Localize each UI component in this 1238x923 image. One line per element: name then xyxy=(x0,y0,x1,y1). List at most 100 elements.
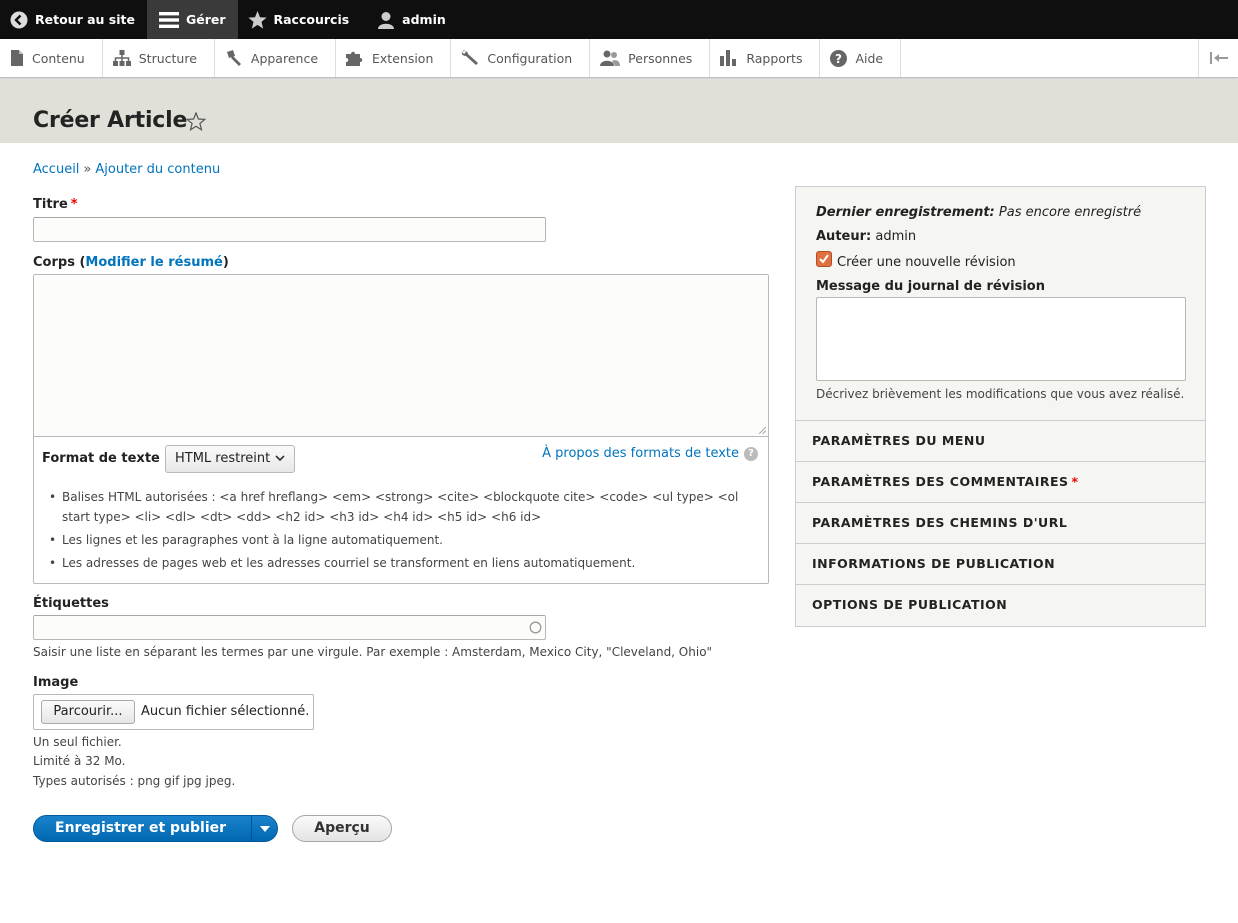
comment-settings-section[interactable]: PARAMÈTRES DES COMMENTAIRES * xyxy=(796,461,1205,502)
bar-chart-icon xyxy=(720,50,737,66)
breadcrumb-home-link[interactable]: Accueil xyxy=(33,162,79,177)
chevron-down-icon xyxy=(275,455,285,462)
tray-item-label: Apparence xyxy=(250,50,319,66)
revision-log-textarea[interactable] xyxy=(816,297,1186,381)
body-label: Corps (Modifier le résumé) xyxy=(33,255,229,270)
breadcrumb-add-content-link[interactable]: Ajouter du contenu xyxy=(95,162,220,177)
browse-button[interactable]: Parcourir... xyxy=(41,700,135,724)
last-saved-value: Pas encore enregistré xyxy=(998,205,1142,220)
meta-sidebar: Dernier enregistrement: Pas encore enreg… xyxy=(795,186,1206,627)
preview-button[interactable]: Aperçu xyxy=(292,815,392,842)
tray-item-rapports[interactable]: Rapports xyxy=(710,39,821,77)
tags-label: Étiquettes xyxy=(33,596,109,611)
wrench-icon xyxy=(462,50,479,65)
body-label-text: Corps ( xyxy=(33,255,86,270)
revision-log-label: Message du journal de révision xyxy=(816,279,1045,294)
body-field-wrapper: Format de texte HTML restreint À propos … xyxy=(33,274,769,584)
format-tip: Balises HTML autorisées : <a href hrefla… xyxy=(48,487,748,527)
text-format-selected: HTML restreint xyxy=(175,451,271,466)
image-description-limit-count: Un seul fichier. xyxy=(33,735,122,749)
body-textarea[interactable] xyxy=(34,275,768,437)
back-to-site-label: Retour au site xyxy=(35,12,135,27)
tray-item-extension[interactable]: Extension xyxy=(336,39,452,77)
tray-item-label: Extension xyxy=(372,50,434,66)
image-description-size: Limité à 32 Mo. xyxy=(33,754,126,768)
shortcuts-tab[interactable]: Raccourcis xyxy=(238,0,362,39)
last-saved-label: Dernier enregistrement: xyxy=(816,205,995,220)
text-format-tips: Balises HTML autorisées : <a href hrefla… xyxy=(48,487,748,576)
user-tab[interactable]: admin xyxy=(361,0,458,39)
section-label: PARAMÈTRES DES CHEMINS D'URL xyxy=(812,515,1068,530)
add-shortcut-star-icon[interactable] xyxy=(186,112,206,131)
revision-log-description: Décrivez brièvement les modifications qu… xyxy=(816,387,1185,401)
body-label-suffix: ) xyxy=(222,255,229,270)
tray-item-contenu[interactable]: Contenu xyxy=(0,39,103,77)
format-tip: Les adresses de pages web et les adresse… xyxy=(48,553,748,573)
tray-item-configuration[interactable]: Configuration xyxy=(451,39,591,77)
people-icon xyxy=(600,50,621,66)
dropbutton-divider xyxy=(251,816,252,841)
about-text-formats-link[interactable]: À propos des formats de texte xyxy=(542,446,739,461)
dropbutton-toggle-icon[interactable] xyxy=(260,826,270,832)
tray-item-label: Personnes xyxy=(628,50,693,66)
title-input[interactable] xyxy=(33,217,546,242)
tray-item-apparence[interactable]: Apparence xyxy=(215,39,337,77)
tray-item-personnes[interactable]: Personnes xyxy=(590,39,711,77)
breadcrumb-separator: » xyxy=(83,162,92,177)
author-row: Auteur: admin xyxy=(816,229,916,244)
menu-settings-section[interactable]: PARAMÈTRES DU MENU xyxy=(796,420,1205,461)
hamburger-icon xyxy=(158,11,179,28)
tray-orientation-toggle[interactable] xyxy=(1198,39,1238,77)
section-label: PARAMÈTRES DES COMMENTAIRES xyxy=(812,474,1069,489)
user-label: admin xyxy=(402,12,446,27)
checkmark-icon xyxy=(819,254,829,264)
puzzle-icon xyxy=(346,51,363,66)
last-saved-row: Dernier enregistrement: Pas encore enreg… xyxy=(816,205,1141,220)
text-format-select[interactable]: HTML restreint xyxy=(165,445,295,473)
tray-item-label: Configuration xyxy=(487,50,573,66)
required-marker: * xyxy=(70,197,78,212)
tray-item-structure[interactable]: Structure xyxy=(103,39,215,77)
section-label: OPTIONS DE PUBLICATION xyxy=(812,597,1008,612)
save-and-publish-button[interactable]: Enregistrer et publier xyxy=(33,815,278,842)
new-revision-label[interactable]: Créer une nouvelle révision xyxy=(837,255,1016,270)
title-label-text: Titre xyxy=(33,197,68,212)
svg-text:?: ? xyxy=(835,52,842,66)
back-to-site-link[interactable]: Retour au site xyxy=(0,0,147,39)
paintbrush-icon xyxy=(226,50,241,66)
manage-tab[interactable]: Gérer xyxy=(146,0,238,39)
resize-grip-icon[interactable] xyxy=(759,427,766,434)
title-label: Titre * xyxy=(33,197,78,212)
back-arrow-icon xyxy=(10,11,28,28)
section-label: PARAMÈTRES DU MENU xyxy=(812,433,986,448)
section-label: INFORMATIONS DE PUBLICATION xyxy=(812,556,1056,571)
image-file-input: Parcourir... Aucun fichier sélectionné. xyxy=(33,694,314,730)
page-icon xyxy=(11,50,23,66)
question-icon: ? xyxy=(830,49,848,67)
image-description-types: Types autorisés : png gif jpg jpeg. xyxy=(33,774,236,788)
url-alias-section[interactable]: PARAMÈTRES DES CHEMINS D'URL xyxy=(796,502,1205,543)
publishing-options-section[interactable]: OPTIONS DE PUBLICATION xyxy=(796,584,1205,626)
author-value: admin xyxy=(875,229,917,244)
tray-item-label: Aide xyxy=(855,50,884,66)
save-and-publish-label: Enregistrer et publier xyxy=(55,820,227,836)
text-format-label: Format de texte xyxy=(42,451,160,466)
text-format-help: À propos des formats de texte ? xyxy=(542,446,758,461)
collapse-left-icon xyxy=(1209,52,1228,64)
page-title: Créer Article xyxy=(33,108,188,133)
image-label: Image xyxy=(33,675,79,690)
tray-item-label: Contenu xyxy=(32,50,85,66)
user-icon xyxy=(378,11,395,29)
breadcrumb: Accueil » Ajouter du contenu xyxy=(33,162,220,177)
revision-meta: Dernier enregistrement: Pas encore enreg… xyxy=(796,187,1205,421)
manage-label: Gérer xyxy=(185,12,226,27)
required-marker: * xyxy=(1071,474,1079,489)
new-revision-checkbox[interactable] xyxy=(816,251,832,267)
help-icon[interactable]: ? xyxy=(744,446,758,461)
authoring-info-section[interactable]: INFORMATIONS DE PUBLICATION xyxy=(796,543,1205,584)
format-tip: Les lignes et les paragraphes vont à la … xyxy=(48,530,748,550)
tray-item-aide[interactable]: ? Aide xyxy=(820,39,902,77)
admin-tray: Contenu Structure Apparence Extension Co… xyxy=(0,39,1238,78)
tags-input[interactable] xyxy=(33,615,546,640)
edit-summary-link[interactable]: Modifier le résumé xyxy=(85,255,222,270)
